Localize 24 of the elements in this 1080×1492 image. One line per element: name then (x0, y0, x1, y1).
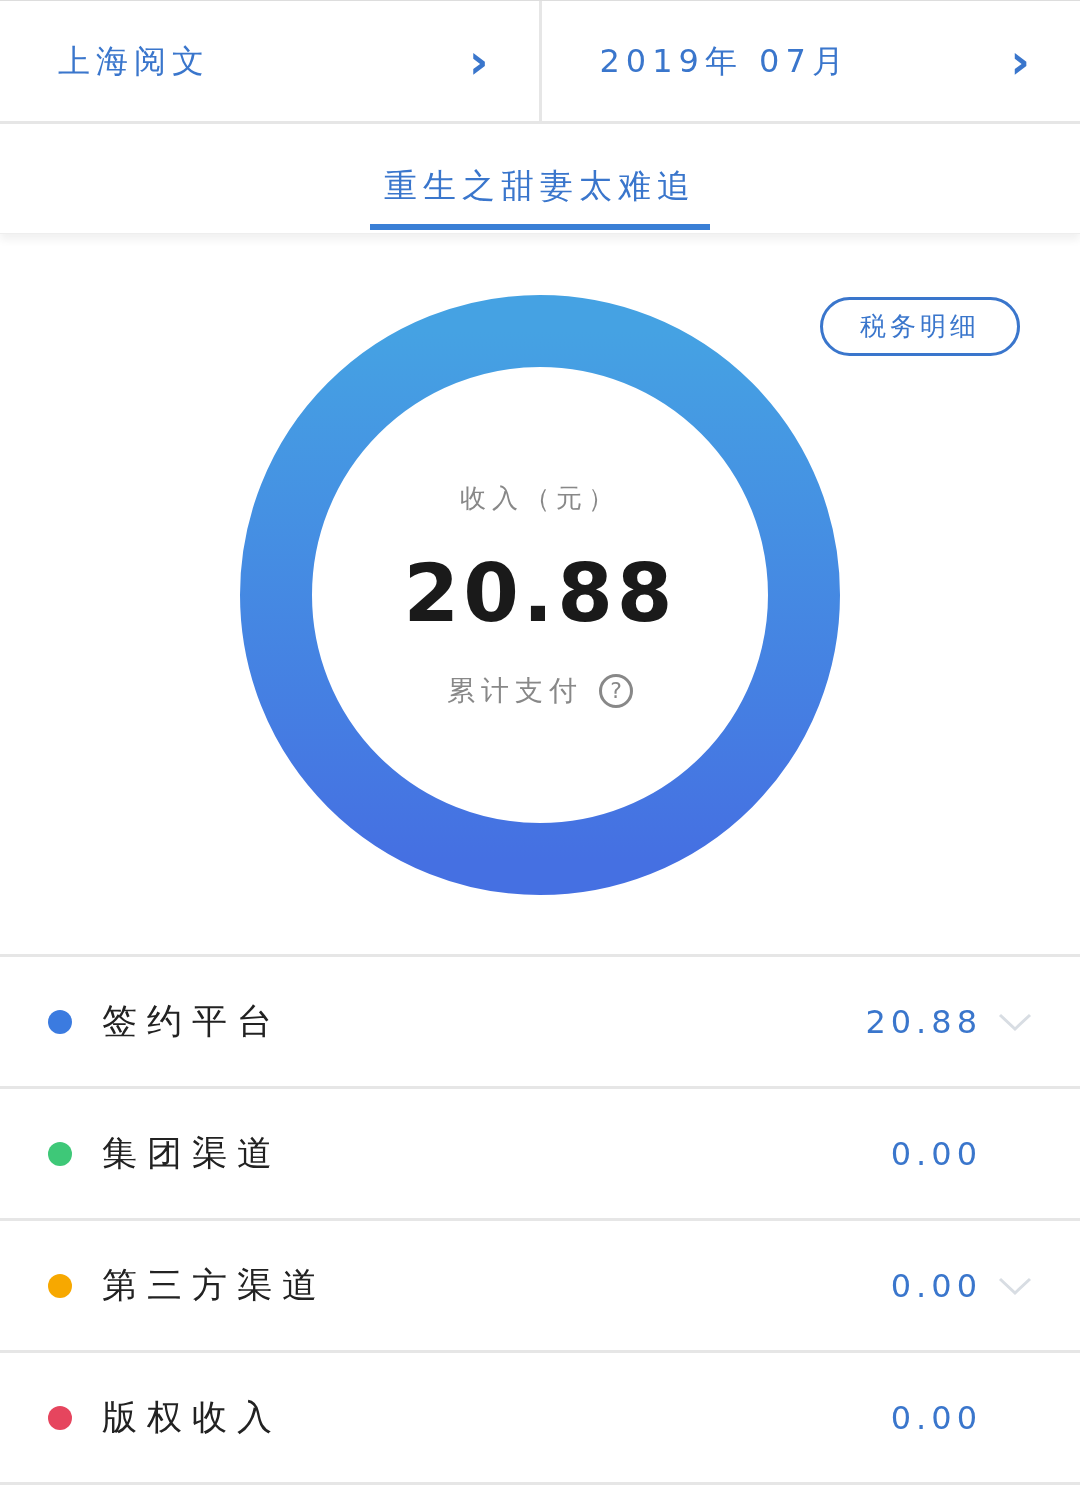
channel-name: 签约平台 (102, 1000, 283, 1044)
chevron-down-icon[interactable] (998, 1275, 1032, 1296)
cumulative-paid-label: 累计支付 (447, 672, 583, 709)
channel-name: 第三方渠道 (102, 1264, 328, 1308)
channel-amount: 20.88 (865, 1001, 982, 1043)
channel-row[interactable]: 第三方渠道 0.00 (0, 1221, 1080, 1353)
chevron-icon: › (1010, 37, 1030, 85)
channel-amount: 0.00 (890, 1133, 982, 1175)
channel-row[interactable]: 版权收入 0.00 (0, 1353, 1080, 1485)
income-label: 收入（元） (460, 481, 620, 515)
income-amount: 20.88 (403, 545, 677, 642)
selector[interactable]: 上海阅文 › (0, 1, 539, 121)
chevron-down-icon[interactable] (998, 1011, 1032, 1032)
tax-details-button[interactable]: 税务明细 (820, 297, 1020, 356)
channel-name: 版权收入 (102, 1396, 283, 1440)
channel-amount: 0.00 (890, 1397, 982, 1439)
selector[interactable]: 2019年 07月 › (538, 1, 1080, 121)
chevron-icon: › (468, 37, 489, 85)
channel-name: 集团渠道 (102, 1132, 283, 1176)
tab[interactable]: 重生之甜妻太难追 (370, 124, 710, 230)
channel-row[interactable]: 集团渠道 0.00 (0, 1089, 1080, 1221)
channel-amount: 0.00 (890, 1265, 982, 1307)
help-icon[interactable]: ? (599, 673, 633, 708)
channel-row[interactable]: 签约平台 20.88 (0, 957, 1080, 1089)
